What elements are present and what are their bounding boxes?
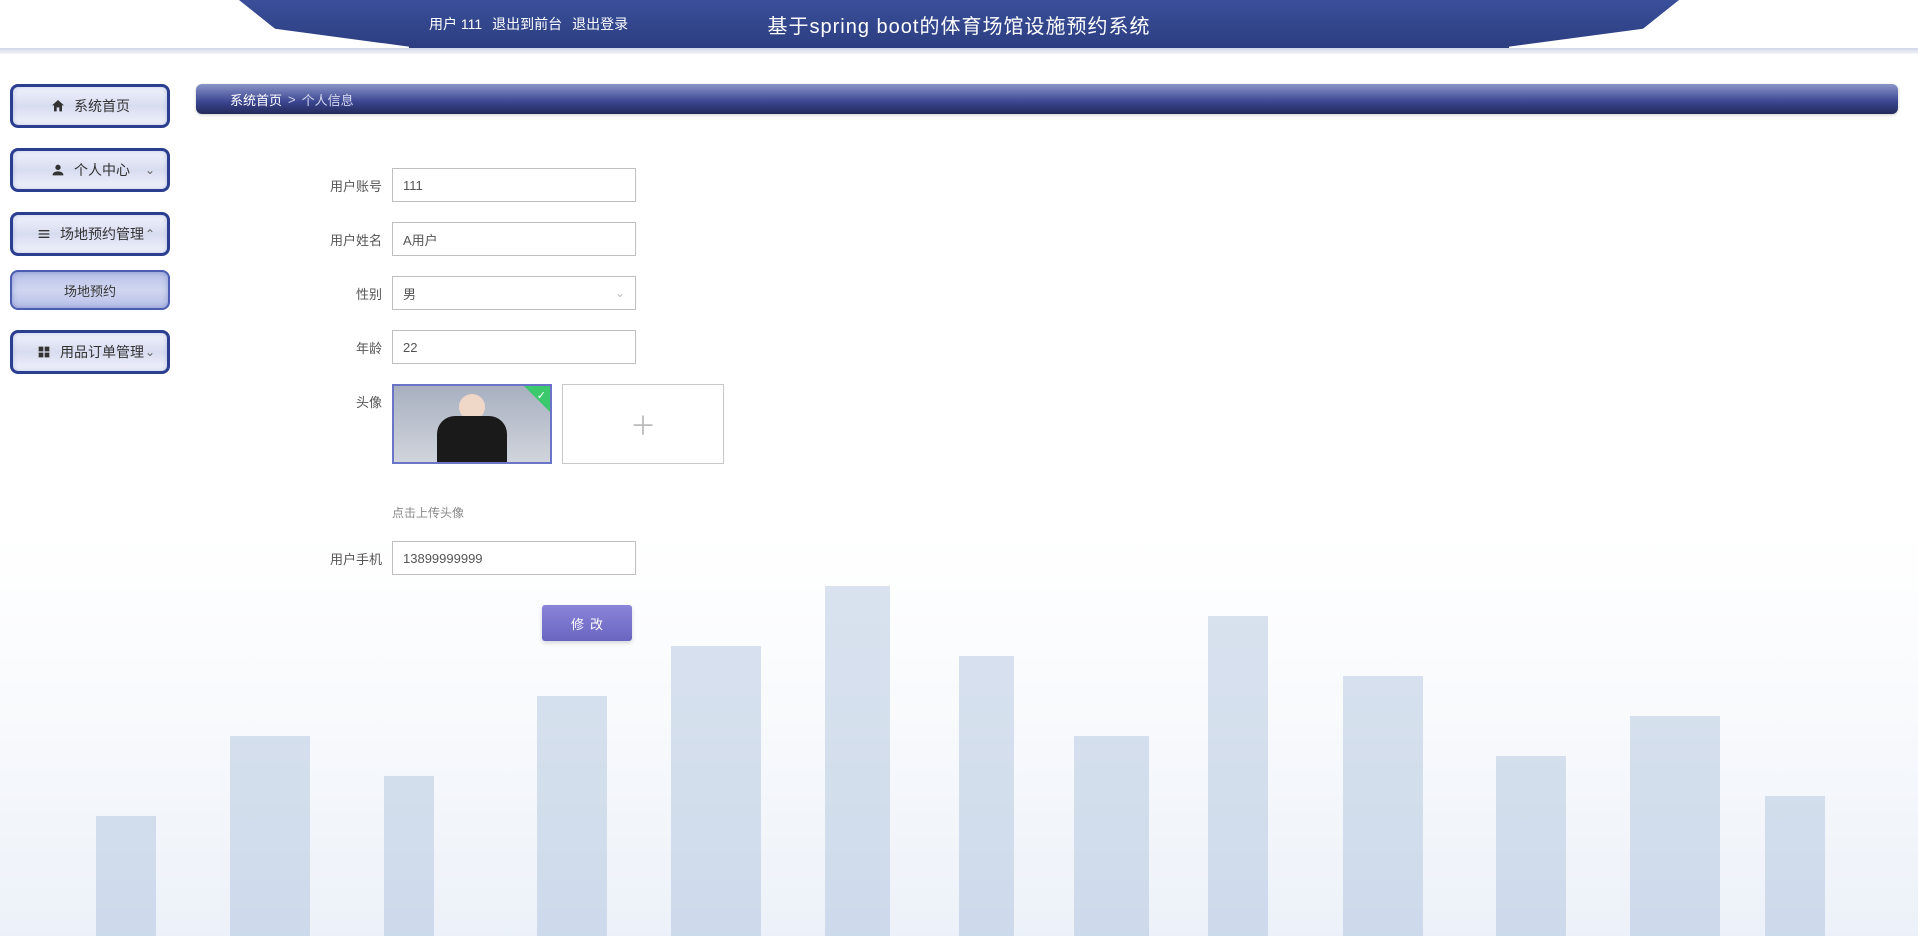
label-age: 年龄 bbox=[282, 330, 392, 357]
chevron-up-icon: ⌃ bbox=[145, 227, 155, 241]
breadcrumb: 系统首页 > 个人信息 bbox=[196, 84, 1898, 114]
profile-form: 用户账号 用户姓名 性别 男 ⌄ 年龄 头像 bbox=[282, 168, 1898, 641]
sidebar: 系统首页 个人中心 ⌄ 场地预约管理 ⌃ 场地预约 用品订单管理 ⌄ bbox=[0, 54, 180, 936]
breadcrumb-current: 个人信息 bbox=[302, 90, 354, 109]
sidebar-item-home[interactable]: 系统首页 bbox=[10, 84, 170, 128]
sidebar-item-label: 用品订单管理 bbox=[60, 342, 144, 362]
age-input[interactable] bbox=[392, 330, 636, 364]
sidebar-item-label: 场地预约管理 bbox=[60, 224, 144, 244]
grid-icon bbox=[36, 344, 52, 360]
phone-input[interactable] bbox=[392, 541, 636, 575]
submit-button[interactable]: 修改 bbox=[542, 605, 632, 641]
home-icon bbox=[50, 98, 66, 114]
breadcrumb-sep: > bbox=[288, 92, 296, 107]
sidebar-item-label: 系统首页 bbox=[74, 96, 130, 116]
label-avatar: 头像 bbox=[282, 384, 392, 411]
sidebar-item-personal[interactable]: 个人中心 ⌄ bbox=[10, 148, 170, 192]
sidebar-subitem-venue-booking[interactable]: 场地预约 bbox=[10, 270, 170, 310]
header-logout-link[interactable]: 退出登录 bbox=[572, 14, 628, 34]
chevron-down-icon: ⌄ bbox=[145, 345, 155, 359]
header: 用户 111 退出到前台 退出登录 基于spring boot的体育场馆设施预约… bbox=[0, 0, 1918, 54]
name-input[interactable] bbox=[392, 222, 636, 256]
sidebar-item-label: 个人中心 bbox=[74, 160, 130, 180]
plus-icon: ＋ bbox=[630, 406, 656, 443]
label-account: 用户账号 bbox=[282, 168, 392, 195]
header-user: 用户 111 bbox=[429, 14, 482, 34]
label-gender: 性别 bbox=[282, 276, 392, 303]
header-wing-left bbox=[239, 0, 419, 48]
account-input[interactable] bbox=[392, 168, 636, 202]
list-icon bbox=[36, 226, 52, 242]
header-user-block: 用户 111 退出到前台 退出登录 bbox=[429, 0, 638, 48]
person-icon bbox=[50, 162, 66, 178]
label-phone: 用户手机 bbox=[282, 541, 392, 568]
header-wing-right bbox=[1499, 0, 1679, 48]
avatar-thumbnail[interactable]: ✓ bbox=[392, 384, 552, 464]
sidebar-item-order-mgmt[interactable]: 用品订单管理 ⌄ bbox=[10, 330, 170, 374]
gender-select[interactable]: 男 ⌄ bbox=[392, 276, 636, 310]
gender-value: 男 bbox=[403, 284, 416, 303]
header-back-link[interactable]: 退出到前台 bbox=[492, 14, 562, 34]
sidebar-item-venue-mgmt[interactable]: 场地预约管理 ⌃ bbox=[10, 212, 170, 256]
sidebar-item-label: 场地预约 bbox=[64, 281, 116, 300]
check-icon: ✓ bbox=[537, 389, 546, 402]
label-name: 用户姓名 bbox=[282, 222, 392, 249]
breadcrumb-home[interactable]: 系统首页 bbox=[230, 90, 282, 109]
avatar-upload-button[interactable]: ＋ bbox=[562, 384, 724, 464]
header-stripe bbox=[0, 48, 1918, 54]
chevron-down-icon: ⌄ bbox=[615, 286, 625, 300]
header-banner: 用户 111 退出到前台 退出登录 基于spring boot的体育场馆设施预约… bbox=[409, 0, 1509, 48]
avatar-hint: 点击上传头像 bbox=[392, 504, 724, 521]
chevron-down-icon: ⌄ bbox=[145, 163, 155, 177]
main-content: 系统首页 > 个人信息 用户账号 用户姓名 性别 男 ⌄ 年龄 bbox=[180, 54, 1918, 936]
